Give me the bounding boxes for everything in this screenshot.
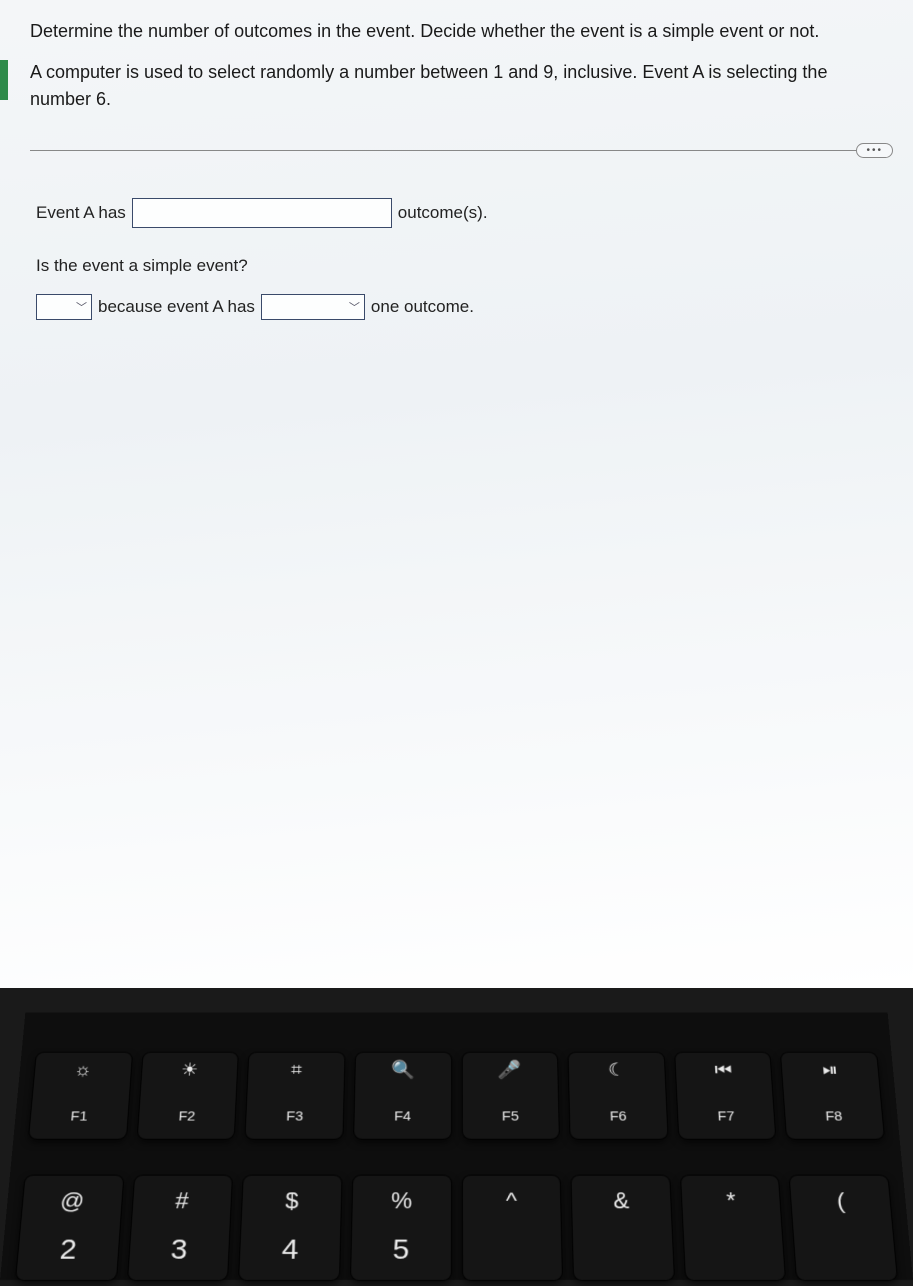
task-view-icon: ⌗ xyxy=(291,1061,302,1079)
outcomes-row: Event A has outcome(s). xyxy=(36,198,893,228)
physical-keyboard: ☼ F1 ☀ F2 ⌗ F3 🔍 F4 🎤 F5 ☾ F6 ⏮ F7 ⏯ F xyxy=(0,1012,913,1280)
event-a-has-label: Event A has xyxy=(36,203,126,223)
outcomes-input[interactable] xyxy=(132,198,392,228)
key-symbol: & xyxy=(613,1189,630,1215)
key-f3: ⌗ F3 xyxy=(246,1053,345,1139)
outcomes-suffix-label: outcome(s). xyxy=(398,203,488,223)
search-icon: 🔍 xyxy=(391,1061,415,1079)
key-label: F8 xyxy=(825,1109,843,1124)
key-7: & xyxy=(572,1176,674,1280)
key-6: ^ xyxy=(462,1176,562,1280)
chevron-down-icon: ﹀ xyxy=(76,299,87,315)
accent-bar xyxy=(0,60,8,100)
key-number: 5 xyxy=(393,1234,410,1267)
key-symbol: ( xyxy=(836,1189,846,1215)
more-options-button[interactable]: ••• xyxy=(856,143,893,158)
key-symbol: % xyxy=(391,1189,412,1215)
key-number: 3 xyxy=(170,1234,188,1267)
key-label: F7 xyxy=(717,1109,735,1124)
because-label: because event A has xyxy=(98,297,255,317)
key-4: $ 4 xyxy=(239,1176,341,1280)
brightness-up-icon: ☀ xyxy=(180,1061,198,1079)
key-2: @ 2 xyxy=(16,1176,123,1280)
yes-no-select[interactable]: ﹀ xyxy=(36,294,92,320)
key-symbol: @ xyxy=(59,1189,85,1215)
key-9: ( xyxy=(790,1176,897,1280)
key-f5: 🎤 F5 xyxy=(462,1053,559,1139)
quiz-screen: Determine the number of outcomes in the … xyxy=(0,0,913,988)
key-label: F2 xyxy=(178,1109,196,1124)
key-label: F4 xyxy=(394,1109,411,1124)
one-outcome-label: one outcome. xyxy=(371,297,474,317)
reason-row: ﹀ because event A has ﹀ one outcome. xyxy=(36,294,893,320)
key-number: 2 xyxy=(59,1234,78,1267)
key-label: F3 xyxy=(286,1109,303,1124)
key-8: * xyxy=(681,1176,786,1280)
key-symbol: # xyxy=(175,1189,190,1215)
answer-block: Event A has outcome(s). Is the event a s… xyxy=(30,198,893,320)
question-line-1: Determine the number of outcomes in the … xyxy=(30,18,893,45)
question-block: Determine the number of outcomes in the … xyxy=(30,18,893,113)
key-label: F1 xyxy=(70,1109,88,1124)
brightness-down-icon: ☼ xyxy=(73,1061,92,1079)
function-key-row: ☼ F1 ☀ F2 ⌗ F3 🔍 F4 🎤 F5 ☾ F6 ⏮ F7 ⏯ F xyxy=(13,1047,900,1144)
key-symbol: ^ xyxy=(506,1189,517,1215)
divider-row: ••• xyxy=(30,143,893,158)
key-3: # 3 xyxy=(128,1176,233,1280)
simple-event-question: Is the event a simple event? xyxy=(36,256,893,276)
key-f1: ☼ F1 xyxy=(29,1053,132,1139)
key-5: % 5 xyxy=(351,1176,451,1280)
key-symbol: $ xyxy=(285,1189,299,1215)
key-f7: ⏮ F7 xyxy=(675,1053,776,1139)
key-f4: 🔍 F4 xyxy=(354,1053,451,1139)
key-label: F6 xyxy=(610,1109,627,1124)
mic-icon: 🎤 xyxy=(498,1061,522,1079)
key-f6: ☾ F6 xyxy=(569,1053,668,1139)
divider-line xyxy=(30,150,858,151)
key-f2: ☀ F2 xyxy=(137,1053,238,1139)
prev-track-icon: ⏮ xyxy=(714,1061,732,1079)
relation-select[interactable]: ﹀ xyxy=(261,294,365,320)
number-key-row: @ 2 # 3 $ 4 % 5 ^ & * ( xyxy=(0,1170,913,1286)
key-f8: ⏯ F8 xyxy=(781,1053,884,1139)
play-pause-icon: ⏯ xyxy=(822,1061,839,1079)
question-line-2: A computer is used to select randomly a … xyxy=(30,59,893,113)
key-label: F5 xyxy=(502,1109,519,1124)
key-symbol: * xyxy=(726,1189,737,1215)
moon-icon: ☾ xyxy=(608,1061,626,1079)
chevron-down-icon: ﹀ xyxy=(349,299,360,315)
key-number: 4 xyxy=(281,1234,299,1267)
